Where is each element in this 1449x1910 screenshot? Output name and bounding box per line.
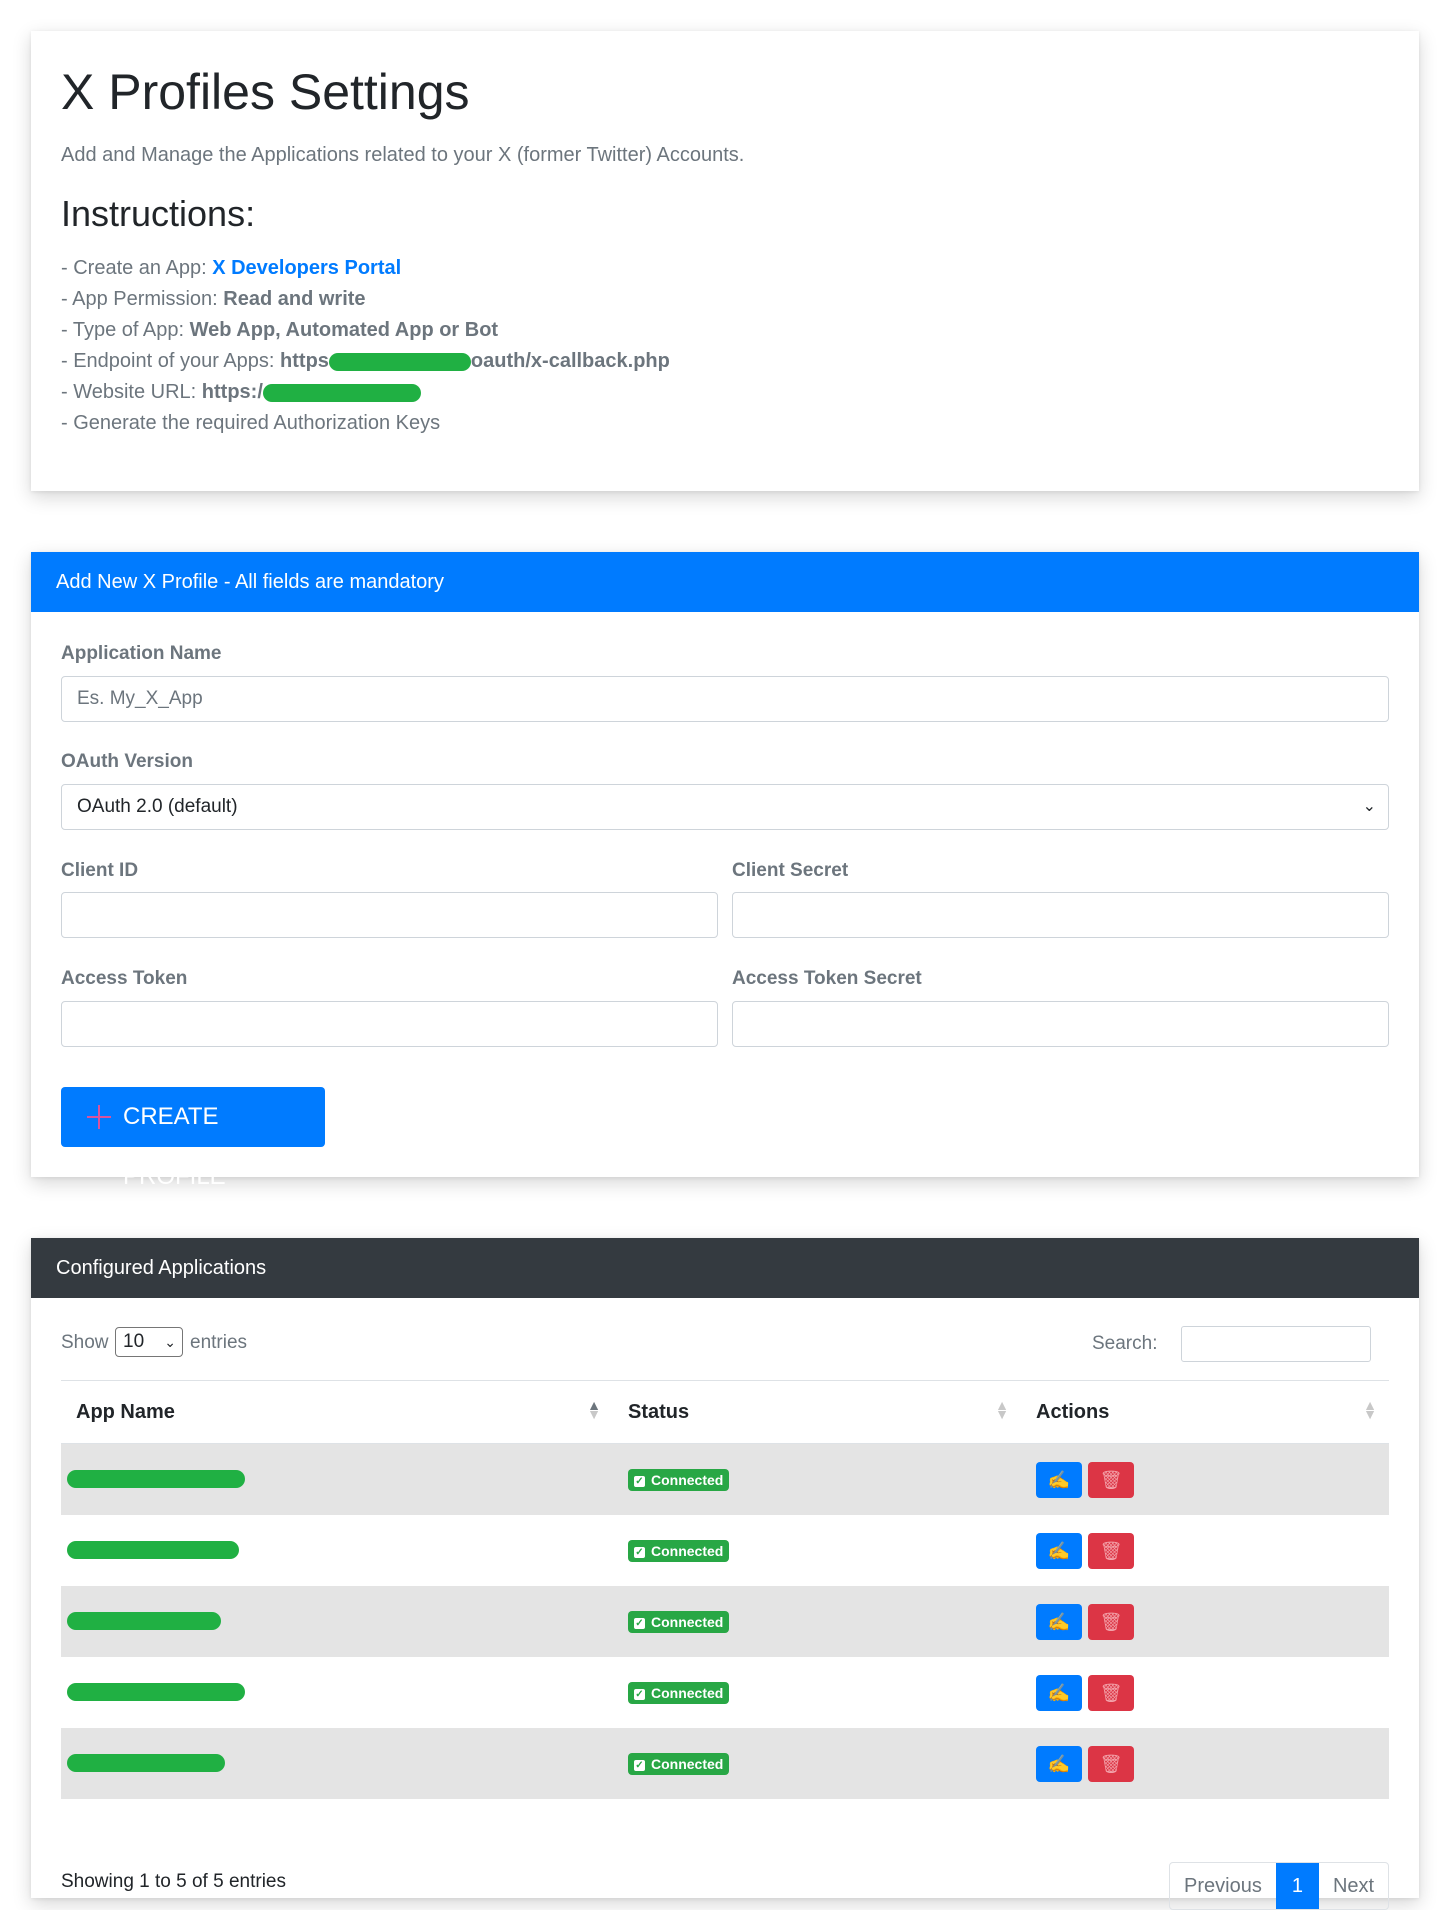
instruction-endpoint: - Endpoint of your Apps: https oauth/x-ca… xyxy=(61,350,670,372)
table-row: ✓ Connected ✍ 🗑 xyxy=(61,1443,1389,1515)
hand-writing-icon: ✍ xyxy=(1047,1611,1071,1632)
status-badge: ✓ Connected xyxy=(628,1752,730,1775)
access-token-secret-input[interactable] xyxy=(732,1001,1389,1047)
client-secret-input[interactable] xyxy=(732,892,1389,938)
column-app-name[interactable]: App Name ▲ ▼ xyxy=(61,1380,613,1444)
client-id-label: Client ID xyxy=(61,860,139,881)
entries-label: entries xyxy=(190,1332,248,1353)
access-token-input[interactable] xyxy=(61,1001,718,1047)
chevron-down-icon: ⌄ xyxy=(164,1334,176,1350)
edit-button[interactable]: ✍ xyxy=(1036,1603,1082,1640)
table-row: ✓ Connected ✍ 🗑 xyxy=(61,1728,1389,1799)
status-badge: ✓ Connected xyxy=(628,1539,730,1562)
table-row: ✓ Connected ✍ 🗑 xyxy=(61,1515,1389,1586)
apps-table-wrapper: Show 10 ⌄ entries Search: App Name ▲ ▼ Stat… xyxy=(31,1298,1419,1910)
check-icon: ✓ xyxy=(634,1546,645,1558)
redacted-app-name xyxy=(67,1754,225,1773)
delete-button[interactable]: 🗑 xyxy=(1088,1603,1134,1640)
page-length-select[interactable]: 10 ⌄ xyxy=(115,1327,183,1357)
redacted-app-name xyxy=(67,1470,245,1489)
trash-icon: 🗑 xyxy=(1099,1469,1123,1490)
table-row: ✓ Connected ✍ 🗑 xyxy=(61,1586,1389,1657)
redacted-app-name xyxy=(67,1612,221,1631)
table-info: Showing 1 to 5 of 5 entries xyxy=(61,1871,286,1892)
instruction-type: - Type of App: Web App, Automated App or… xyxy=(61,319,499,341)
apps-table: App Name ▲ ▼ Status ▲ ▼ Actions ▲ ▼ ✓ Connected… xyxy=(61,1380,1389,1799)
instruction-generate: - Generate the required Authorization Ke… xyxy=(61,412,441,434)
edit-button[interactable]: ✍ xyxy=(1036,1461,1082,1498)
check-icon: ✓ xyxy=(634,1688,645,1700)
check-icon: ✓ xyxy=(634,1475,645,1487)
column-status[interactable]: Status ▲ ▼ xyxy=(613,1380,1021,1444)
trash-icon: 🗑 xyxy=(1099,1753,1123,1774)
app-name-input[interactable]: Es. My_X_App xyxy=(61,676,1389,722)
edit-button[interactable]: ✍ xyxy=(1036,1532,1082,1569)
instruction-website: - Website URL: https:/ xyxy=(61,377,670,408)
instructions-title: Instructions: xyxy=(61,193,256,234)
hand-writing-icon: ✍ xyxy=(1047,1753,1071,1774)
check-icon: ✓ xyxy=(634,1617,645,1629)
column-actions[interactable]: Actions ▲ ▼ xyxy=(1021,1380,1389,1444)
sort-icon: ▲ ▼ xyxy=(1363,1397,1377,1422)
status-badge: ✓ Connected xyxy=(628,1610,730,1633)
edit-button[interactable]: ✍ xyxy=(1036,1745,1082,1782)
create-profile-button[interactable]: CREATE PROFILE xyxy=(61,1087,325,1190)
delete-button[interactable]: 🗑 xyxy=(1088,1674,1134,1711)
chevron-down-icon: ⌄ xyxy=(1362,798,1376,815)
sort-icon: ▲ ▼ xyxy=(587,1397,601,1422)
hand-writing-icon: ✍ xyxy=(1047,1540,1071,1561)
trash-icon: 🗑 xyxy=(1099,1540,1123,1561)
next-button[interactable]: Next xyxy=(1319,1863,1388,1909)
developers-portal-link[interactable]: X Developers Portal xyxy=(212,257,401,279)
search-input[interactable] xyxy=(1181,1326,1371,1362)
trash-icon: 🗑 xyxy=(1099,1682,1123,1703)
configured-apps-header: Configured Applications xyxy=(31,1238,1419,1298)
trash-icon: 🗑 xyxy=(1099,1611,1123,1632)
oauth-version-select[interactable]: OAuth 2.0 (default) ⌄ xyxy=(61,784,1389,830)
add-profile-card: Add New X Profile - All fields are manda… xyxy=(31,552,1419,1190)
instruction-create: - Create an App: X Developers Portal xyxy=(61,257,402,279)
page-subtitle: Add and Manage the Applications related … xyxy=(61,144,745,166)
check-icon: ✓ xyxy=(634,1759,645,1771)
redacted-domain xyxy=(262,383,421,402)
app-name-label: Application Name xyxy=(61,643,222,664)
delete-button[interactable]: 🗑 xyxy=(1088,1745,1134,1782)
previous-button[interactable]: Previous xyxy=(1170,1863,1276,1909)
oauth-version-label: OAuth Version xyxy=(61,751,193,772)
pagination: Previous 1 Next xyxy=(1169,1862,1390,1910)
hand-writing-icon: ✍ xyxy=(1047,1682,1071,1703)
client-secret-label: Client Secret xyxy=(732,860,849,881)
page-1-button[interactable]: 1 xyxy=(1275,1863,1319,1909)
access-token-label: Access Token xyxy=(61,968,188,989)
instruction-permission: - App Permission: Read and write xyxy=(61,288,366,310)
redacted-domain xyxy=(328,352,471,371)
redacted-app-name xyxy=(67,1541,239,1560)
hand-writing-icon: ✍ xyxy=(1047,1469,1071,1490)
plus-icon xyxy=(87,1105,111,1129)
show-label: Show xyxy=(61,1332,109,1353)
add-profile-header: Add New X Profile - All fields are manda… xyxy=(31,552,1419,612)
edit-button[interactable]: ✍ xyxy=(1036,1674,1082,1711)
instructions-list: - Create an App: X Developers Portal - A… xyxy=(61,253,670,439)
table-row: ✓ Connected ✍ 🗑 xyxy=(61,1657,1389,1728)
access-token-secret-label: Access Token Secret xyxy=(732,968,922,989)
client-id-input[interactable] xyxy=(61,892,718,938)
status-badge: ✓ Connected xyxy=(628,1468,730,1491)
search-label: Search: xyxy=(1092,1333,1158,1354)
delete-button[interactable]: 🗑 xyxy=(1088,1532,1134,1569)
status-badge: ✓ Connected xyxy=(628,1681,730,1704)
page-title: X Profiles Settings xyxy=(61,64,470,120)
redacted-app-name xyxy=(67,1683,245,1702)
configured-apps-card: Configured Applications Show 10 ⌄ entries… xyxy=(31,1238,1419,1910)
settings-intro-card: X Profiles Settings Add and Manage the A… xyxy=(31,31,1419,491)
sort-icon: ▲ ▼ xyxy=(995,1397,1009,1422)
delete-button[interactable]: 🗑 xyxy=(1088,1461,1134,1498)
